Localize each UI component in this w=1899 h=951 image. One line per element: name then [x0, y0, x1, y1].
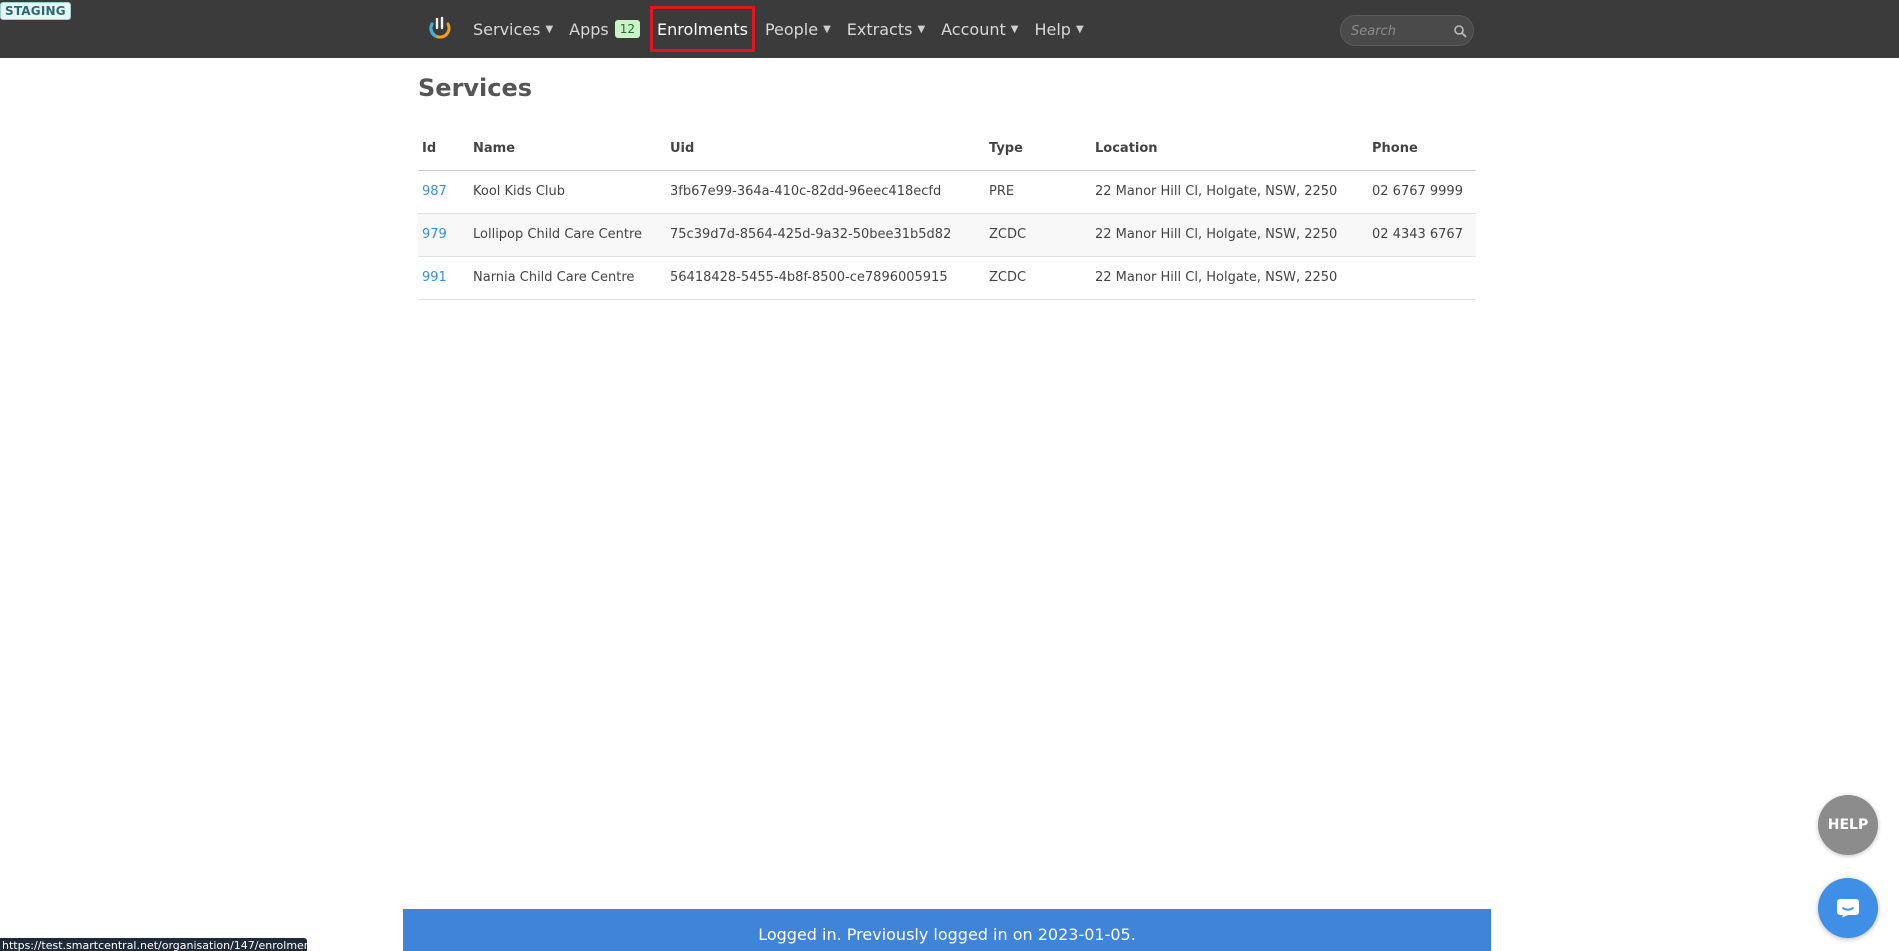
nav-enrolments[interactable]: Enrolments: [650, 6, 755, 52]
chevron-down-icon: ▼: [545, 23, 554, 35]
environment-badge: STAGING: [0, 2, 71, 20]
chevron-down-icon: ▼: [823, 23, 831, 35]
chevron-down-icon: ▼: [1010, 23, 1019, 35]
login-status-banner: Logged in. Previously logged in on 2023-…: [403, 909, 1491, 951]
column-header-location: Location: [1091, 128, 1368, 171]
nav-account-label: Account: [941, 19, 1006, 39]
cell-location: 22 Manor Hill Cl, Holgate, NSW, 2250: [1091, 213, 1368, 257]
cell-location: 22 Manor Hill Cl, Holgate, NSW, 2250: [1091, 256, 1368, 300]
cell-uid: 56418428-5455-4b8f-8500-ce7896005915: [666, 256, 985, 300]
main-nav-menu: Services ▼ Apps 12 Enrolments People ▼ E…: [467, 0, 1094, 58]
nav-extracts-label: Extracts: [846, 19, 913, 39]
nav-services-label: Services: [473, 19, 541, 39]
table-row: 991 Narnia Child Care Centre 56418428-54…: [418, 256, 1476, 300]
login-status-message: Logged in. Previously logged in on 2023-…: [758, 925, 1136, 944]
chat-launcher-button[interactable]: [1818, 878, 1878, 938]
service-id-link[interactable]: 991: [422, 270, 447, 285]
column-header-uid: Uid: [666, 128, 985, 171]
cell-type: ZCDC: [985, 256, 1091, 300]
page-title: Services: [418, 74, 533, 102]
top-navbar: Services ▼ Apps 12 Enrolments People ▼ E…: [0, 0, 1899, 58]
cell-type: ZCDC: [985, 213, 1091, 257]
cell-name: Lollipop Child Care Centre: [469, 213, 666, 257]
cell-id: 987: [418, 170, 469, 214]
service-id-link[interactable]: 979: [422, 227, 447, 242]
nav-help[interactable]: Help ▼: [1028, 6, 1089, 52]
chevron-down-icon: ▼: [917, 23, 926, 35]
service-id-link[interactable]: 987: [422, 184, 447, 199]
table-row: 987 Kool Kids Club 3fb67e99-364a-410c-82…: [418, 170, 1476, 214]
smartcentral-logo-icon[interactable]: [426, 15, 454, 43]
search-box: [1340, 15, 1474, 46]
table-header-row: Id Name Uid Type Location Phone: [418, 128, 1476, 171]
nav-services[interactable]: Services ▼: [467, 6, 559, 52]
column-header-id: Id: [418, 128, 469, 171]
chat-bubble-icon: [1837, 899, 1859, 918]
cell-id: 991: [418, 256, 469, 300]
cell-type: PRE: [985, 170, 1091, 214]
table-row: 979 Lollipop Child Care Centre 75c39d7d-…: [418, 213, 1476, 257]
cell-uid: 75c39d7d-8564-425d-9a32-50bee31b5d82: [666, 213, 985, 257]
browser-status-url: https://test.smartcentral.net/organisati…: [0, 938, 307, 951]
nav-apps-label: Apps: [569, 19, 609, 39]
column-header-phone: Phone: [1368, 128, 1476, 171]
nav-account[interactable]: Account ▼: [935, 6, 1024, 52]
search-icon[interactable]: [1453, 24, 1467, 38]
nav-help-label: Help: [1034, 19, 1071, 39]
chevron-down-icon: ▼: [1075, 23, 1084, 35]
cell-phone: [1368, 256, 1476, 300]
navbar-container: Services ▼ Apps 12 Enrolments People ▼ E…: [418, 0, 1476, 58]
cell-id: 979: [418, 213, 469, 257]
search-input[interactable]: [1351, 21, 1447, 41]
nav-people-label: People: [764, 19, 819, 39]
cell-name: Kool Kids Club: [469, 170, 666, 214]
nav-extracts[interactable]: Extracts ▼: [841, 6, 931, 52]
cell-uid: 3fb67e99-364a-410c-82dd-96eec418ecfd: [666, 170, 985, 214]
cell-location: 22 Manor Hill Cl, Holgate, NSW, 2250: [1091, 170, 1368, 214]
nav-apps[interactable]: Apps 12: [563, 6, 646, 52]
apps-count-badge: 12: [614, 20, 641, 38]
cell-name: Narnia Child Care Centre: [469, 256, 666, 300]
cell-phone: 02 4343 6767: [1368, 213, 1476, 257]
column-header-name: Name: [469, 128, 666, 171]
nav-people[interactable]: People ▼: [759, 6, 837, 52]
services-table: Id Name Uid Type Location Phone 987 Kool…: [418, 128, 1476, 300]
cell-phone: 02 6767 9999: [1368, 170, 1476, 214]
column-header-type: Type: [985, 128, 1091, 171]
help-button[interactable]: HELP: [1818, 795, 1878, 855]
nav-enrolments-label: Enrolments: [657, 19, 748, 39]
